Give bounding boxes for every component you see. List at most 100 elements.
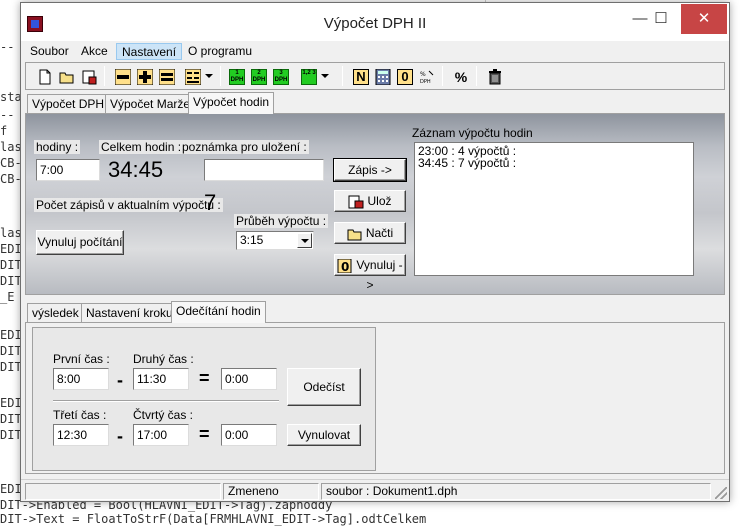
calculator-icon[interactable] [372,66,392,86]
minus-sign: - [117,370,123,390]
code-line: EDI [0,328,22,342]
code-line: _E [0,290,15,304]
dph-1-icon[interactable]: 1 DPH [226,66,246,86]
dph-2-icon[interactable]: 2 DPH [248,66,268,86]
poznamka-input[interactable] [204,159,324,181]
minus-sign: - [117,426,123,446]
calc-dropdown-arrow[interactable] [203,66,214,86]
prubeh-vypoctu-value: 3:15 [240,233,264,247]
maximize-button[interactable]: ☐ [646,4,676,34]
treti-cas-input[interactable]: 12:30 [53,424,109,446]
tab-vypocet-marze[interactable]: Výpočet Marže [105,94,196,114]
zaznam-listbox[interactable]: 23:00 : 4 výpočtů : 34:45 : 7 výpočtů : [414,142,694,276]
save-icon [348,195,364,209]
pocet-zapisu-value: 7 [204,190,217,215]
vynuluj-pocitani-button[interactable]: Vynuluj počítání [36,230,124,255]
plus-icon[interactable] [134,66,154,86]
percent-icon[interactable]: % [450,66,470,86]
code-line: EDI [0,482,22,496]
uloz-button[interactable]: Ulož [334,190,406,212]
result-2-input[interactable]: 0:00 [221,424,277,446]
menu-o-programu[interactable]: O programu [183,43,257,60]
prvni-cas-input[interactable]: 8:00 [53,368,109,390]
toolbar-separator [104,66,105,86]
percent-label: % [454,69,468,85]
dph-2-label: 2 DPH [251,69,267,85]
resize-grip-icon[interactable] [715,487,727,499]
svg-text:DPH: DPH [420,79,431,85]
svg-text:0: 0 [341,260,349,273]
menu-soubor[interactable]: Soubor [25,43,74,60]
zapis-button[interactable]: Zápis -> [333,158,407,182]
hodiny-input[interactable]: 7:00 [36,159,100,181]
open-folder-icon[interactable] [56,66,76,86]
hodiny-label: hodiny : [34,140,81,154]
druhy-cas-input[interactable]: 11:30 [133,368,189,390]
bottom-tab-strip: výsledek Nastavení kroku Odečítání hodin [25,301,725,323]
trash-icon[interactable] [484,66,504,86]
code-line: DIT [0,428,22,442]
code-line: las [0,226,22,240]
dph-list-icon[interactable]: 1,2 3 [298,66,318,86]
list-item[interactable]: 34:45 : 7 výpočtů : [418,157,690,169]
prubeh-vypoctu-select[interactable]: 3:15 [236,231,314,250]
code-line: f [0,124,8,138]
odecist-button[interactable]: Odečíst [287,368,361,406]
minus-icon[interactable] [112,66,132,86]
new-document-icon[interactable] [34,66,54,86]
status-file: soubor : Dokument1.dph [321,483,711,500]
code-line: DIT [0,360,22,374]
n-icon[interactable]: N [350,66,370,86]
pocet-zapisu-label: Počet zápisů v aktualním výpočtu : [34,198,223,212]
chevron-down-icon[interactable] [297,233,312,248]
subtract-group-box: První čas : 8:00 - Druhý čas : 11:30 = 0… [32,327,376,471]
dph-dropdown-arrow[interactable] [319,66,330,86]
toolbar-separator [220,66,221,86]
tab-odecitani-hodin[interactable]: Odečítání hodin [171,301,266,323]
celkem-hodin-label: Celkem hodin : [99,140,184,154]
dph-3-icon[interactable]: 3 DPH [270,66,290,86]
equals-icon[interactable] [156,66,176,86]
dph-3-label: 3 DPH [273,69,289,85]
menu-bar: Soubor Akce Nastavení O programu [21,41,729,61]
vynuluj-button[interactable]: 0 Vynuluj -> [334,254,406,292]
toolbar: 1 DPH 2 DPH 3 DPH 1,2 3 N 0 % DPH % [25,62,725,90]
zero-label: 0 [397,69,413,85]
open-folder-icon [347,229,362,241]
zaznam-label: Záznam výpočtu hodin [412,126,533,140]
menu-akce[interactable]: Akce [76,43,113,60]
dph-list-label: 1,2 3 [301,69,317,85]
title-bar[interactable]: Výpočet DPH II — ☐ ✕ [21,3,729,41]
code-line: sta [0,90,22,104]
nacti-button[interactable]: Načti [334,222,406,244]
ctvrty-cas-input[interactable]: 17:00 [133,424,189,446]
tab-vypocet-dph[interactable]: Výpočet DPH [27,94,110,114]
calc-list-icon[interactable] [182,66,202,86]
tab-nastaveni-kroku[interactable]: Nastavení kroku [81,303,178,323]
status-modified: Zmeneno [223,483,319,500]
vynulovat-button[interactable]: Vynulovat [287,424,361,446]
uloz-label: Ulož [367,194,392,208]
zero-icon[interactable]: 0 [394,66,414,86]
code-line: EDI [0,396,22,410]
equals-sign: = [199,368,210,388]
subtract-hours-panel: První čas : 8:00 - Druhý čas : 11:30 = 0… [25,322,725,474]
nacti-label: Načti [365,226,394,240]
dph-edit-icon[interactable]: % DPH [416,66,436,86]
code-line: DIT [0,412,22,426]
close-button[interactable]: ✕ [681,4,727,34]
zero-icon: 0 [337,258,352,273]
menu-nastaveni[interactable]: Nastavení [116,43,183,60]
ctvrty-cas-label: Čtvrtý čas : [133,408,194,422]
toolbar-separator [476,66,477,86]
save-icon[interactable] [78,66,98,86]
tab-vypocet-hodin[interactable]: Výpočet hodin [188,92,275,114]
result-1-input[interactable]: 0:00 [221,368,277,390]
code-line: DIT->Text = FloatToStrF(Data[FRMHLAVNI_E… [0,512,427,526]
celkem-hodin-value: 34:45 [108,157,164,182]
code-line: DIT [0,274,22,288]
prvni-cas-label: První čas : [53,352,110,366]
code-line: DIT [0,344,22,358]
tab-vysledek[interactable]: výsledek [27,303,84,323]
svg-text:%: % [420,71,426,78]
